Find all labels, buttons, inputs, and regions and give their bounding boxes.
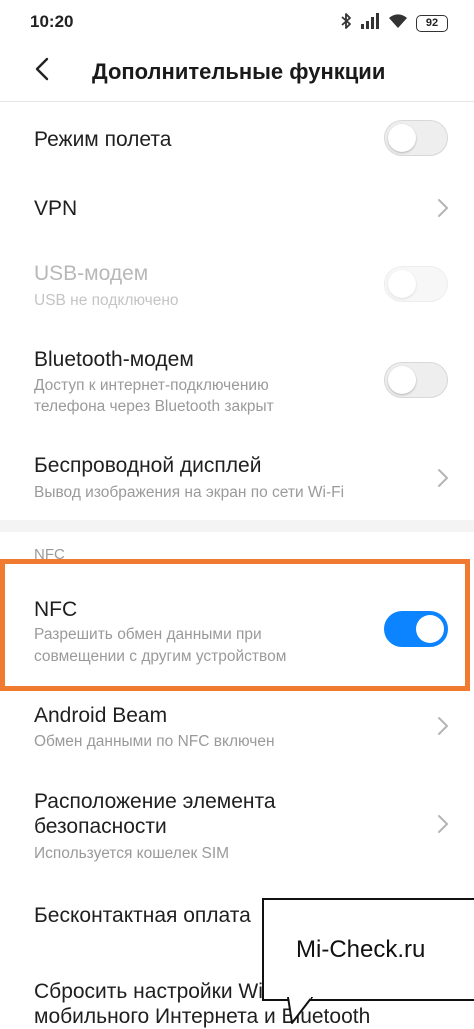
chevron-right-icon [436,714,450,738]
bluetooth-icon [340,12,352,35]
toggle-knob [388,366,416,394]
secure-element-subtitle: Используется кошелек SIM [34,845,230,862]
wireless-display-row[interactable]: Беспроводной дисплей Вывод изображения н… [0,446,474,516]
usb-modem-label: USB-модем [34,262,149,285]
toggle-knob [388,124,416,152]
nfc-highlight-frame [0,559,470,691]
wireless-display-subtitle: Вывод изображения на экран по сети Wi-Fi [34,484,345,501]
bluetooth-modem-subtitle-line2: телефона через Bluetooth закрыт [34,398,274,415]
secure-element-row[interactable]: Расположение элемента безопасности Испол… [0,780,474,872]
secure-element-label-line1: Расположение элемента [34,790,276,813]
reset-network-label-line2: мобильного Интернета и Bluetooth [34,1005,371,1028]
signal-icon [360,13,380,34]
android-beam-subtitle: Обмен данными по NFC включен [34,733,275,750]
secure-element-label-line2: безопасности [34,815,167,838]
reset-network-label-line1: Сбросить настройки Wi-Fi, [34,980,294,1003]
vpn-label: VPN [34,197,78,220]
section-separator [0,520,474,532]
bluetooth-modem-subtitle-line1: Доступ к интернет-подключению [34,377,269,394]
toggle-knob [388,270,416,298]
app-header: Дополнительные функции [0,44,474,100]
back-button[interactable] [28,54,56,88]
status-time: 10:20 [30,12,74,31]
chevron-left-icon [35,57,49,86]
wireless-display-label: Беспроводной дисплей [34,454,262,477]
status-icons: 92 [340,12,448,35]
chevron-right-icon [436,812,450,836]
vpn-row[interactable]: VPN [0,174,474,242]
usb-modem-toggle [384,266,448,302]
bluetooth-modem-row[interactable]: Bluetooth-модем Доступ к интернет-подклю… [0,340,474,430]
contactless-payment-label: Бесконтактная оплата [34,904,251,927]
header-divider [0,101,474,102]
android-beam-label: Android Beam [34,704,168,727]
battery-icon: 92 [416,15,448,32]
watermark-bubble: Mi-Check.ru [262,898,474,1001]
android-beam-row[interactable]: Android Beam Обмен данными по NFC включе… [0,694,474,760]
airplane-mode-toggle[interactable] [384,120,448,156]
airplane-mode-row[interactable]: Режим полета [0,104,474,172]
bluetooth-modem-label: Bluetooth-модем [34,348,194,371]
usb-modem-subtitle: USB не подключено [34,292,179,309]
page-title: Дополнительные функции [92,59,386,84]
wifi-icon [388,13,408,34]
chevron-right-icon [436,466,450,490]
chevron-right-icon [436,196,450,220]
watermark-text: Mi-Check.ru [296,936,426,963]
bluetooth-modem-toggle[interactable] [384,362,448,398]
watermark-bubble-tail [287,997,313,1024]
airplane-mode-label: Режим полета [34,128,172,151]
status-bar: 10:20 92 [0,0,474,44]
usb-modem-row: USB-модем USB не подключено [0,250,474,320]
